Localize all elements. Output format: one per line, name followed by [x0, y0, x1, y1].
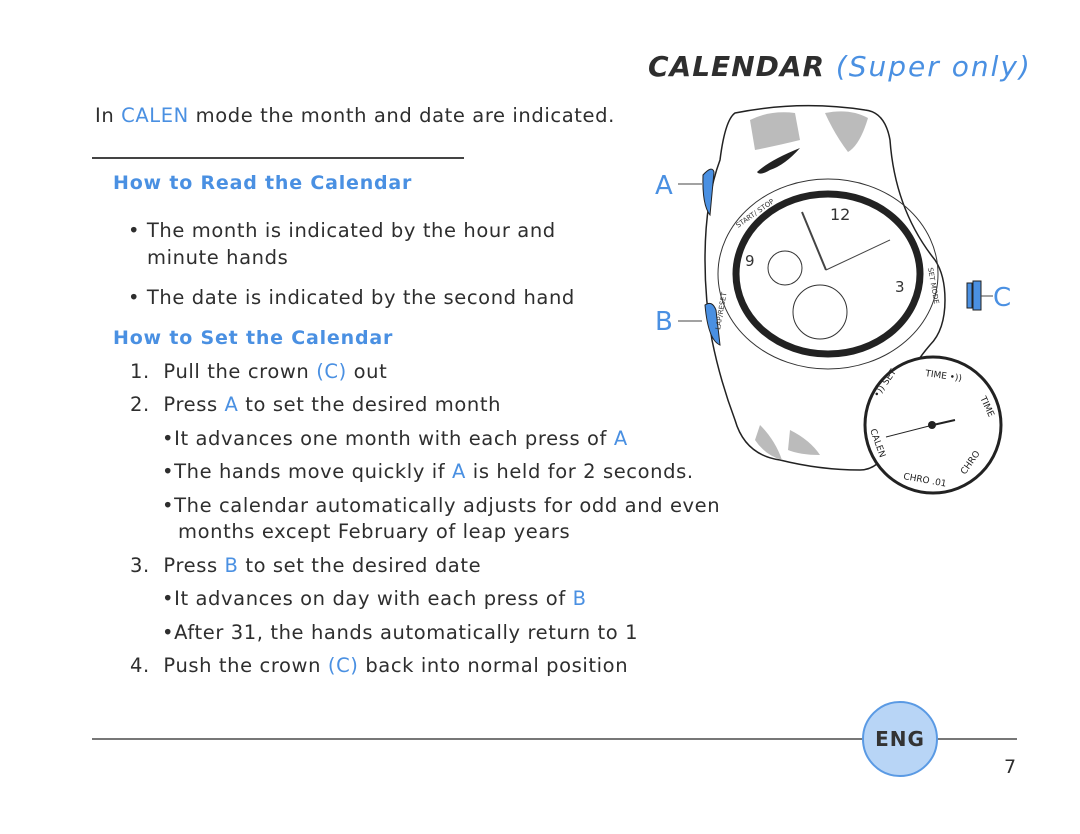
numeral-12: 12: [830, 205, 850, 224]
step-num: 3.: [130, 554, 150, 577]
read-heading: How to Read the Calendar: [113, 172, 413, 194]
read-bullet-2: • The date is indicated by the second ha…: [128, 286, 575, 309]
step-key: (C): [316, 360, 347, 383]
page-title: CALENDAR (Super only): [648, 50, 1032, 83]
read-bullet-1: • The month is indicated by the hour and: [128, 219, 556, 242]
step-text: to set the desired date: [238, 554, 482, 577]
bullet-text: The month is indicated by the hour and: [146, 219, 556, 242]
step-text: Press: [163, 393, 225, 416]
step-3: 3. Press B to set the desired date: [130, 554, 481, 577]
set-heading: How to Set the Calendar: [113, 327, 394, 349]
step-key: (C): [327, 654, 359, 677]
step-num: 1.: [130, 360, 150, 383]
step-text: out: [346, 360, 388, 383]
callout-a: A: [655, 171, 673, 201]
sub-text: It advances on day with each press of: [174, 587, 573, 610]
numeral-9: 9: [745, 252, 755, 270]
step-text: Press: [163, 554, 225, 577]
sub-key: A: [452, 460, 466, 483]
step-text: back into normal position: [358, 654, 629, 677]
mode-dial-enlarged: TIME •)) •)) SET TIME CALEN CHRO .01 CHR…: [863, 355, 1003, 495]
sub-key: B: [572, 587, 587, 610]
read-bullet-1-cont: minute hands: [147, 246, 289, 269]
crown-c: [966, 282, 973, 309]
intro-text: In CALEN mode the month and date are ind…: [95, 104, 615, 127]
title-sub: (Super only): [835, 50, 1032, 83]
step-key: B: [224, 554, 239, 577]
step-2-sub-3: •The calendar automatically adjusts for …: [162, 494, 721, 517]
step-3-sub-2: •After 31, the hands automatically retur…: [162, 621, 639, 644]
sub-text: After 31, the hands automatically return…: [174, 621, 639, 644]
step-text: Push the crown: [163, 654, 328, 677]
step-1: 1. Pull the crown (C) out: [130, 360, 387, 383]
numeral-3: 3: [895, 278, 905, 296]
intro-suffix: mode the month and date are indicated.: [188, 104, 615, 127]
sub-text: The calendar automatically adjusts for o…: [174, 494, 721, 517]
bullet-text: The date is indicated by the second hand: [146, 286, 575, 309]
step-3-sub-1: •It advances on day with each press of B: [162, 587, 587, 610]
sub-text: It advances one month with each press of: [174, 427, 614, 450]
step-text: to set the desired month: [238, 393, 502, 416]
step-4: 4. Push the crown (C) back into normal p…: [130, 654, 628, 677]
title-main: CALENDAR: [648, 50, 826, 83]
step-2-sub-2: •The hands move quickly if A is held for…: [162, 460, 694, 483]
watch-illustration: 12 9 3 START/ STOP LAP/RESET SET MODE TI…: [655, 104, 1011, 495]
callout-b: B: [655, 307, 673, 337]
step-2-sub-3-cont: months except February of leap years: [178, 520, 571, 543]
sub-text: The hands move quickly if: [174, 460, 453, 483]
intro-prefix: In: [95, 104, 122, 127]
language-badge: ENG: [862, 701, 938, 777]
step-2-sub-1: •It advances one month with each press o…: [162, 427, 628, 450]
mode-name: CALEN: [121, 104, 189, 127]
page-number: 7: [1004, 756, 1017, 778]
step-num: 2.: [130, 393, 150, 416]
section-divider: [92, 157, 464, 159]
callout-c: C: [993, 283, 1011, 313]
step-text: Pull the crown: [163, 360, 317, 383]
step-2: 2. Press A to set the desired month: [130, 393, 501, 416]
sub-key: A: [613, 427, 628, 450]
step-key: A: [224, 393, 239, 416]
step-num: 4.: [130, 654, 150, 677]
